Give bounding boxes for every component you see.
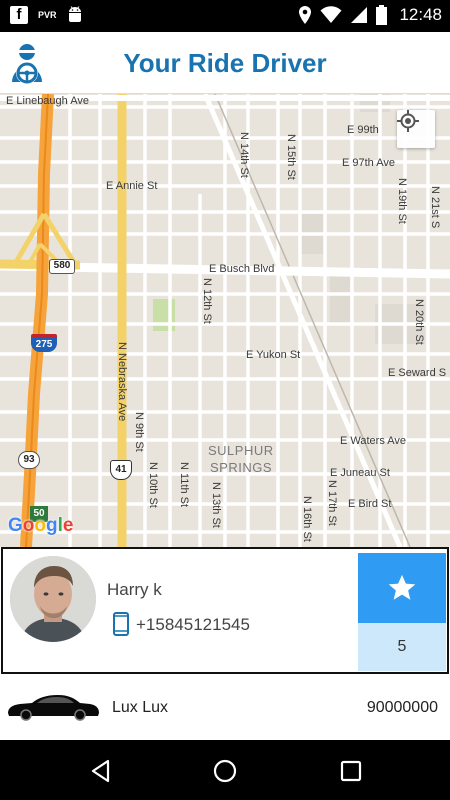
my-location-icon: [397, 110, 419, 132]
shield-93: 93: [18, 451, 40, 469]
map-label-nebraska: N Nebraska Ave: [116, 342, 128, 422]
facebook-icon: f: [10, 6, 28, 24]
google-letter: o: [34, 515, 46, 536]
mobile-phone-icon: [113, 612, 129, 636]
map-label-n16: N 16th St: [301, 496, 313, 542]
location-icon: [299, 6, 312, 24]
map-label-bird: E Bird St: [348, 498, 392, 510]
wifi-icon: [320, 6, 342, 23]
map-label-waters: E Waters Ave: [340, 435, 407, 447]
system-nav-bar: [0, 740, 450, 800]
avatar: [10, 556, 96, 642]
map-label-annie: E Annie St: [106, 180, 158, 192]
google-letter: G: [8, 515, 23, 536]
rating-star-panel: [358, 553, 446, 623]
map-label-n15: N 15th St: [285, 134, 297, 180]
page-title: Your Ride Driver: [123, 48, 327, 78]
driver-name: Harry k: [107, 580, 162, 599]
signal-icon: [351, 7, 368, 23]
clock: 12:48: [399, 5, 442, 24]
car-plate: 90000000: [366, 699, 438, 716]
shield-41: 41: [110, 460, 132, 480]
back-icon[interactable]: [88, 758, 114, 784]
rating-box: 5: [358, 553, 446, 671]
google-letter: o: [22, 515, 35, 536]
map-label-yukon: E Yukon St: [246, 349, 301, 361]
map-label-n10: N 10th St: [147, 462, 159, 508]
map-label-e97: E 97th Ave: [342, 157, 396, 169]
google-letter: g: [46, 515, 58, 536]
map-label-sulphur: SULPHUR: [208, 443, 274, 458]
map-label-n13: N 13th St: [210, 482, 222, 528]
map-label-n21: N 21st S: [429, 186, 441, 229]
map-label-n17: N 17th St: [326, 480, 338, 526]
driver-photo: [10, 556, 96, 642]
my-location-button[interactable]: [397, 110, 435, 148]
shield-580: 580: [49, 259, 75, 274]
android-icon: [68, 6, 81, 22]
map-label-n14: N 14th St: [238, 132, 250, 178]
map-view[interactable]: E Linebaugh Ave E 99th E 97th Ave E Anni…: [0, 94, 450, 547]
map-label-n11: N 11th St: [178, 462, 190, 508]
map-label-n20: N 20th St: [413, 299, 425, 345]
google-letter: e: [62, 515, 74, 536]
car-info: Lux Lux 90000000: [0, 676, 450, 740]
shield-275: 275: [31, 334, 57, 352]
status-bar: f PVR 12:48: [0, 0, 450, 32]
car-name: Lux Lux: [112, 699, 169, 716]
recents-icon[interactable]: [338, 758, 364, 784]
driver-phone[interactable]: +15845121545: [136, 615, 250, 635]
map-label-juneau: E Juneau St: [330, 467, 390, 479]
home-icon[interactable]: [212, 758, 238, 784]
car-icon: [8, 695, 99, 721]
map-label-n9: N 9th St: [133, 412, 145, 452]
driver-card[interactable]: Harry k +15845121545 5: [1, 547, 449, 674]
map-label-linebaugh: E Linebaugh Ave: [6, 95, 89, 107]
google-logo: Google: [8, 515, 73, 537]
battery-icon: [376, 5, 388, 25]
map-label-springs: SPRINGS: [210, 460, 273, 475]
star-icon: [388, 574, 416, 600]
map-label-seward: E Seward S: [388, 367, 447, 379]
app-bar: Your Ride Driver: [0, 32, 450, 94]
rating-value: 5: [358, 623, 446, 671]
map-label-e99: E 99th: [347, 124, 379, 136]
pvr-icon: PVR: [38, 10, 57, 20]
map-label-n12: N 12th St: [201, 278, 213, 324]
map-label-busch: E Busch Blvd: [209, 263, 275, 275]
map-label-n19: N 19th St: [396, 178, 408, 224]
